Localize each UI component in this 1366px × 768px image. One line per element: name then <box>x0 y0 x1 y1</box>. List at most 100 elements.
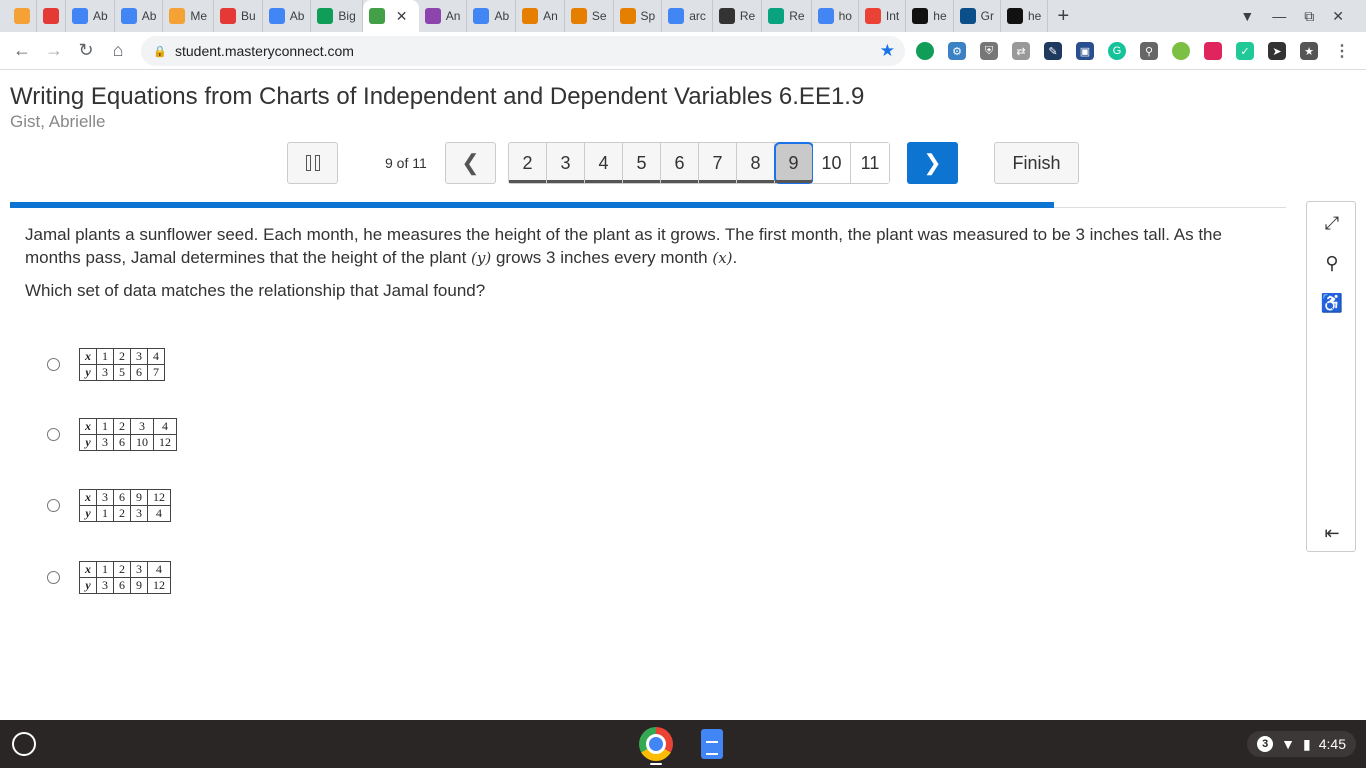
close-window-icon[interactable]: ✕ <box>1332 8 1344 25</box>
chevron-right-icon: ❯ <box>923 150 942 175</box>
browser-tab[interactable]: Gr <box>954 0 1001 32</box>
minimize-icon[interactable]: — <box>1272 8 1286 24</box>
progress-bar <box>10 202 1286 208</box>
extension-grammarly-icon[interactable]: G <box>1108 42 1126 60</box>
browser-tab[interactable]: Se <box>565 0 614 32</box>
back-icon[interactable]: ← <box>6 35 38 67</box>
extension-green-icon[interactable] <box>916 42 934 60</box>
extension-dropper-icon[interactable]: ✎ <box>1044 42 1062 60</box>
browser-tab[interactable]: Re <box>713 0 763 32</box>
browser-tab[interactable]: Re <box>762 0 812 32</box>
url-text: student.masteryconnect.com <box>175 43 354 59</box>
extension-zoom-icon[interactable]: ⚲ <box>1140 42 1158 60</box>
question-number-8[interactable]: 8 <box>737 143 775 183</box>
browser-tab[interactable]: ✕ <box>362 0 419 32</box>
browser-tab[interactable]: he <box>906 0 954 32</box>
question-number-5[interactable]: 5 <box>623 143 661 183</box>
launcher-icon[interactable] <box>12 732 36 756</box>
browser-tab[interactable]: Me <box>163 0 215 32</box>
answer-choice-3[interactable]: x 3 6 9 12 y 1 2 3 4 <box>47 489 171 522</box>
question-progress-label: 9 of 11 <box>385 155 427 171</box>
answer-radio[interactable] <box>47 499 60 512</box>
reload-icon[interactable]: ↻ <box>70 35 102 67</box>
table-header-cell: x <box>79 561 97 578</box>
browser-tab[interactable]: Ab <box>467 0 517 32</box>
question-number-3[interactable]: 3 <box>547 143 585 183</box>
extension-shield-icon[interactable]: ⛨ <box>980 42 998 60</box>
tab-favicon-icon <box>72 8 88 24</box>
accessibility-icon[interactable]: ♿ <box>1321 292 1343 314</box>
browser-tab[interactable]: he <box>1001 0 1049 32</box>
forward-icon[interactable]: → <box>38 35 70 67</box>
extensions-puzzle-icon[interactable]: ★ <box>1300 42 1318 60</box>
magnifier-icon[interactable]: ⚲ <box>1321 252 1343 274</box>
browser-tab-strip: Ab Ab Me Bu Ab Big ✕ An Ab An Se Sp arc Re Re ho Int he Gr… <box>0 0 1366 32</box>
tab-title: Ab <box>494 9 510 23</box>
question-number-2[interactable]: 2 <box>509 143 547 183</box>
table-cell: 6 <box>113 489 131 506</box>
tab-favicon-icon <box>619 8 636 24</box>
extension-face-icon[interactable] <box>1172 42 1190 60</box>
tab-title: Me <box>190 9 208 23</box>
next-question-button[interactable]: ❯ <box>907 142 958 184</box>
browser-tab[interactable]: An <box>419 0 468 32</box>
question-number-4[interactable]: 4 <box>585 143 623 183</box>
extension-red-icon[interactable] <box>1204 42 1222 60</box>
browser-tab[interactable]: Ab <box>263 0 312 32</box>
table-cell: 6 <box>113 434 131 451</box>
answer-choice-4[interactable]: x 1 2 3 4 y 3 6 9 12 <box>47 561 171 594</box>
question-number-11[interactable]: 11 <box>851 143 889 183</box>
collapse-panel-icon[interactable]: ⇤ <box>1321 522 1343 544</box>
browser-tab[interactable] <box>8 0 37 32</box>
question-number-7[interactable]: 7 <box>699 143 737 183</box>
answer-choice-1[interactable]: x1234y3567 <box>47 348 165 381</box>
tab-search-icon[interactable]: ▼ <box>1240 8 1254 24</box>
extension-gear-icon[interactable]: ⚙ <box>948 42 966 60</box>
finish-button[interactable]: Finish <box>994 142 1079 184</box>
answer-choice-2[interactable]: x 1 2 3 4 y 3 6 10 12 <box>47 418 177 451</box>
table-header-cell: y <box>79 577 97 594</box>
expand-icon[interactable]: ⤢ <box>1321 212 1343 234</box>
extension-book-icon[interactable]: ▣ <box>1076 42 1094 60</box>
pause-button[interactable] <box>287 142 338 184</box>
browser-tab[interactable]: arc <box>662 0 713 32</box>
browser-tab[interactable]: Ab <box>115 0 164 32</box>
browser-tab[interactable] <box>37 0 66 32</box>
browser-tab[interactable]: Ab <box>66 0 115 32</box>
browser-tab[interactable]: An <box>516 0 565 32</box>
question-number-6[interactable]: 6 <box>661 143 699 183</box>
previous-question-button[interactable]: ❮ <box>445 142 496 184</box>
browser-menu-icon[interactable]: ⋮ <box>1334 41 1350 61</box>
question-number-10[interactable]: 10 <box>813 143 851 183</box>
table-cell: 4 <box>147 348 165 365</box>
address-bar[interactable]: 🔒 student.masteryconnect.com ★ <box>141 36 905 66</box>
new-tab-icon[interactable]: + <box>1048 5 1078 28</box>
restore-icon[interactable]: ⧉ <box>1304 8 1314 25</box>
answer-radio[interactable] <box>47 428 60 441</box>
answer-radio[interactable] <box>47 571 60 584</box>
browser-tab[interactable]: Big <box>311 0 363 32</box>
extension-cursor-icon[interactable]: ➤ <box>1268 42 1286 60</box>
extensions-area: ⚙ ⛨ ⇄ ✎ ▣ G ⚲ ✓ ➤ ★ <box>916 32 1318 70</box>
answer-radio[interactable] <box>47 358 60 371</box>
question-number-9[interactable]: 9 <box>774 142 814 184</box>
tab-favicon-icon <box>718 8 735 24</box>
browser-tab[interactable]: Int <box>859 0 907 32</box>
system-tray[interactable]: 3 ▼ ▮ 4:45 <box>1247 731 1356 757</box>
browser-tab[interactable]: Sp <box>614 0 663 32</box>
tab-close-icon[interactable]: ✕ <box>396 8 408 25</box>
browser-tab[interactable]: Bu <box>214 0 263 32</box>
extension-arrow-icon[interactable]: ⇄ <box>1012 42 1030 60</box>
home-icon[interactable]: ⌂ <box>102 35 134 67</box>
bookmark-star-icon[interactable]: ★ <box>880 41 895 61</box>
extension-check-icon[interactable]: ✓ <box>1236 42 1254 60</box>
tab-title: An <box>445 9 461 23</box>
data-table: x 1 2 3 4 y 3 6 9 12 <box>79 561 171 594</box>
chrome-app-icon[interactable] <box>639 727 673 761</box>
browser-toolbar: ← → ↻ ⌂ 🔒 student.masteryconnect.com ★ ⚙… <box>0 32 1366 70</box>
docs-app-icon[interactable] <box>701 729 723 759</box>
table-cell: 2 <box>113 561 131 578</box>
table-cell: 3 <box>96 577 114 594</box>
browser-tab[interactable]: ho <box>812 0 859 32</box>
tab-favicon-icon <box>473 8 490 24</box>
